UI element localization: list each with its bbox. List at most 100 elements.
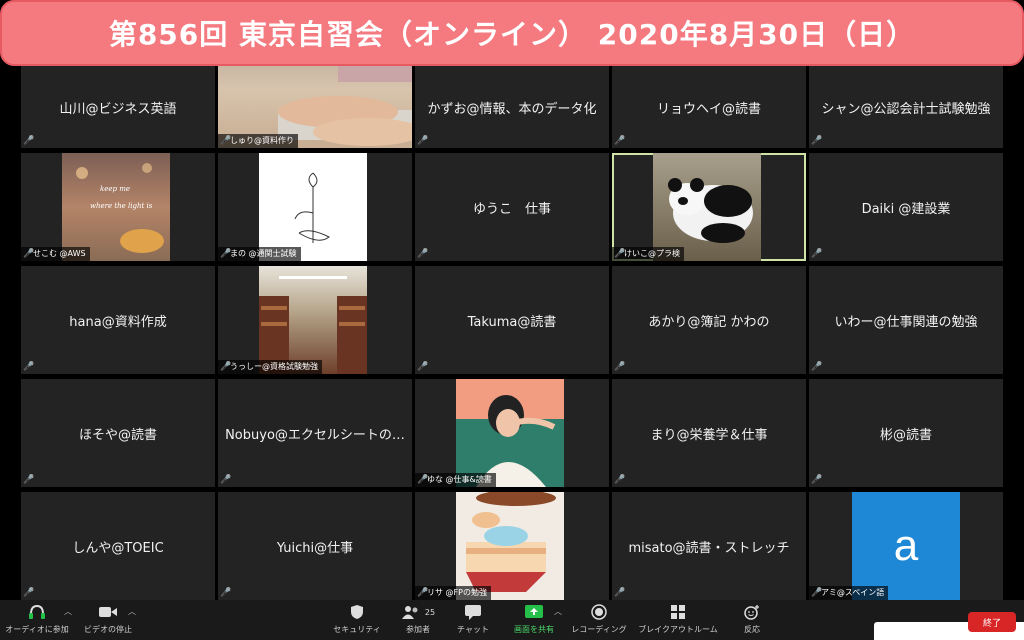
participant-tile[interactable]: まり@栄養学＆仕事 🎤 (612, 379, 806, 487)
video-camera-icon (98, 602, 118, 622)
share-screen-icon (524, 602, 544, 622)
participant-tile[interactable]: Nobuyo@エクセルシートの… 🎤 (218, 379, 412, 487)
mic-muted-icon: 🎤 (417, 588, 429, 598)
participant-name: Nobuyo@エクセルシートの… (225, 427, 405, 443)
participant-name: ゆうこ 仕事 (472, 201, 551, 217)
mic-muted-icon: 🎤 (23, 362, 35, 372)
profile-picture (259, 153, 367, 261)
participant-tile[interactable]: misato@読書・ストレッチ 🎤 (612, 492, 806, 600)
mic-muted-icon: 🎤 (23, 588, 35, 598)
emoji-add-icon (743, 602, 761, 622)
participant-tile[interactable]: a アミ@スペイン語 🎤 (809, 492, 1003, 600)
mic-muted-icon: 🎤 (23, 475, 35, 485)
video-options-chevron-icon[interactable]: ︿ (128, 606, 136, 617)
panda-image (668, 178, 753, 243)
mic-muted-icon: 🎤 (614, 249, 626, 259)
avatar-letter: a (893, 521, 919, 570)
participant-tile[interactable]: リサ @FPの勉強 🎤 (415, 492, 609, 600)
end-meeting-button[interactable]: 終了 (968, 612, 1016, 632)
security-button[interactable]: セキュリティ (330, 602, 384, 638)
participant-name: Yuichi@仕事 (276, 540, 354, 556)
profile-picture (456, 492, 564, 600)
participants-button[interactable]: 25 参加者 (394, 602, 442, 638)
shield-icon (350, 602, 364, 622)
grid-icon (670, 602, 686, 622)
mic-muted-icon: 🎤 (811, 249, 823, 259)
participant-tile[interactable]: しんや@TOEIC 🎤 (21, 492, 215, 600)
participant-tile[interactable]: Takuma@読書 🎤 (415, 266, 609, 374)
participant-tile[interactable]: Yuichi@仕事 🎤 (218, 492, 412, 600)
participant-name: あかり@簿記 かわの (648, 314, 770, 330)
profile-picture (456, 379, 564, 487)
participant-tile[interactable]: keep me where the light is せこむ @AWS 🎤 (21, 153, 215, 261)
participant-tile[interactable]: 彬@読書 🎤 (809, 379, 1003, 487)
participant-tile[interactable]: ゆうこ 仕事 🎤 (415, 153, 609, 261)
mic-muted-icon: 🎤 (417, 136, 429, 146)
participants-count: 25 (424, 607, 436, 617)
mic-muted-icon: 🎤 (614, 475, 626, 485)
participant-tile-active-speaker[interactable]: けいこ@プラ検 🎤 (612, 153, 806, 261)
participant-tile[interactable]: hana@資料作成 🎤 (21, 266, 215, 374)
cake-image (466, 492, 556, 592)
mic-muted-icon: 🎤 (811, 475, 823, 485)
mic-muted-icon: 🎤 (811, 588, 823, 598)
participant-tile[interactable]: ほそや@読書 🎤 (21, 379, 215, 487)
meeting-toolbar: オーディオに参加 ︿ ビデオの停止 ︿ セキュリティ 25 参加者 チャット 画… (0, 600, 1024, 640)
event-title-banner: 第856回 東京自習会（オンライン） 2020年8月30日（日） (0, 0, 1024, 66)
mic-muted-icon: 🎤 (614, 588, 626, 598)
participant-name: Daiki @建設業 (861, 201, 951, 217)
mic-muted-icon: 🎤 (417, 249, 429, 259)
participant-name: ほそや@読書 (78, 427, 157, 443)
mic-muted-icon: 🎤 (23, 136, 35, 146)
mic-muted-icon: 🎤 (614, 136, 626, 146)
participant-name: しんや@TOEIC (72, 540, 164, 556)
library-image (259, 276, 367, 374)
event-title: 第856回 東京自習会（オンライン） 2020年8月30日（日） (108, 18, 916, 51)
headphones-icon (28, 602, 46, 622)
reactions-button[interactable]: 反応 (734, 602, 770, 638)
participant-name: Takuma@読書 (467, 314, 557, 330)
participant-tile[interactable]: Daiki @建設業 🎤 (809, 153, 1003, 261)
join-audio-button[interactable]: オーディオに参加 (4, 602, 70, 638)
audio-options-chevron-icon[interactable]: ︿ (64, 606, 72, 617)
avatar: a (852, 492, 960, 600)
record-icon (591, 602, 607, 622)
record-button[interactable]: レコーディング (568, 602, 630, 638)
participant-tile[interactable]: あかり@簿記 かわの 🎤 (612, 266, 806, 374)
mic-muted-icon: 🎤 (220, 588, 232, 598)
rose-sketch-image (294, 172, 330, 243)
participant-name: うっしー@資格試験勉強 (218, 360, 322, 374)
mic-muted-icon: 🎤 (220, 362, 232, 372)
mic-muted-icon: 🎤 (23, 249, 35, 259)
participant-name: かずお@情報、本のデータ化 (427, 101, 597, 117)
participant-name: いわー@仕事関連の勉強 (834, 314, 978, 330)
mic-muted-icon: 🎤 (614, 362, 626, 372)
participant-name: 彬@読書 (879, 427, 932, 443)
chat-bubble-icon (464, 602, 482, 622)
participant-name: 山川@ビジネス英語 (59, 101, 177, 117)
participant-name: リョウヘイ@読書 (656, 101, 761, 117)
mic-muted-icon: 🎤 (811, 362, 823, 372)
svg-text:where the light is: where the light is (90, 202, 153, 210)
video-grid: 山川@ビジネス英語 🎤 しゅり@資料作り 🎤 かずお@情報、本のデータ化 🎤 リ… (0, 0, 1024, 600)
mic-muted-icon: 🎤 (220, 475, 232, 485)
participant-name: misato@読書・ストレッチ (628, 540, 790, 556)
bottle-lights-image: keep me where the light is (76, 163, 164, 253)
participant-name: シャン@公認会計士試験勉強 (821, 101, 991, 117)
profile-picture: keep me where the light is (62, 153, 170, 261)
woman-illustration-image (456, 379, 564, 487)
participant-tile[interactable]: まの @通関士試験 🎤 (218, 153, 412, 261)
breakout-rooms-button[interactable]: ブレイクアウトルーム (636, 602, 720, 638)
participant-tile[interactable]: うっしー@資格試験勉強 🎤 (218, 266, 412, 374)
participant-tile[interactable]: いわー@仕事関連の勉強 🎤 (809, 266, 1003, 374)
mic-muted-icon: 🎤 (417, 475, 429, 485)
participant-tile[interactable]: ゆな @仕事&読書 🎤 (415, 379, 609, 487)
chat-button[interactable]: チャット (450, 602, 496, 638)
mic-muted-icon: 🎤 (220, 249, 232, 259)
mic-muted-icon: 🎤 (417, 362, 429, 372)
participant-name: まり@栄養学＆仕事 (650, 427, 768, 443)
share-screen-button[interactable]: 画面を共有 (508, 602, 560, 638)
share-options-chevron-icon[interactable]: ︿ (554, 606, 562, 617)
mic-muted-icon: 🎤 (811, 136, 823, 146)
profile-picture (653, 153, 761, 261)
